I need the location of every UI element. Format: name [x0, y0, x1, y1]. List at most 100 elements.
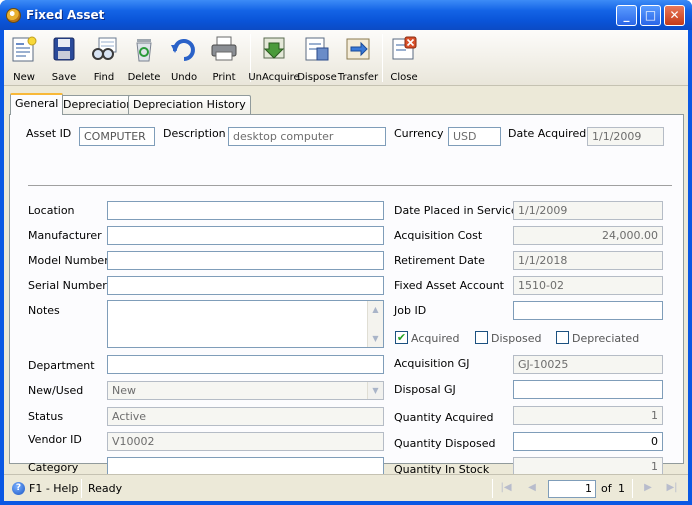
print-icon	[211, 36, 237, 61]
maximize-button[interactable]: □	[640, 5, 661, 26]
transfer-label: Transfer	[337, 72, 379, 83]
quantity-acquired-input[interactable]: 1	[513, 406, 663, 425]
fixed-asset-window: Fixed Asset _ □ ✕ New Save Find Delete U…	[0, 0, 692, 505]
scroll-up-icon[interactable]: ▲	[370, 304, 381, 315]
close-button[interactable]: Close	[384, 33, 424, 85]
status-separator	[492, 479, 493, 498]
status-input[interactable]: Active	[107, 407, 384, 426]
date-placed-input[interactable]: 1/1/2009	[513, 201, 663, 220]
currency-label: Currency	[394, 127, 444, 140]
new-icon	[12, 36, 37, 62]
retirement-date-label: Retirement Date	[394, 254, 485, 267]
new-used-label: New/Used	[28, 384, 84, 397]
vendor-id-input[interactable]: V10002	[107, 432, 384, 451]
acquisition-gj-label: Acquisition GJ	[394, 357, 470, 370]
scroll-down-icon[interactable]: ▼	[370, 333, 381, 344]
acquired-checkbox[interactable]: ✔	[395, 331, 408, 344]
model-number-label: Model Number	[28, 254, 109, 267]
status-separator	[632, 479, 633, 498]
prev-page-icon[interactable]: ◀	[524, 481, 540, 495]
status-bar: ? F1 - Help Ready |◀ ◀ 1 of 1 ▶ ▶|	[4, 474, 688, 501]
disposal-gj-label: Disposal GJ	[394, 383, 456, 396]
serial-number-label: Serial Number	[28, 279, 107, 292]
close-label: Close	[390, 72, 418, 83]
department-label: Department	[28, 359, 95, 372]
close-icon	[392, 36, 417, 60]
transfer-icon	[346, 38, 370, 60]
category-label: Category	[28, 461, 79, 474]
tab-general[interactable]: General	[10, 93, 64, 115]
general-panel: Asset ID COMPUTER Description desktop co…	[9, 114, 684, 476]
client-area: New Save Find Delete Undo Print UnAcquir…	[4, 30, 688, 501]
save-icon	[53, 37, 75, 61]
notes-scrollbar[interactable]: ▲ ▼	[367, 301, 383, 347]
retirement-date-input[interactable]: 1/1/2018	[513, 251, 663, 270]
quantity-disposed-input[interactable]: 0	[513, 432, 663, 451]
new-used-value: New	[112, 384, 136, 397]
job-id-input[interactable]	[513, 301, 663, 320]
department-input[interactable]	[107, 355, 384, 374]
model-number-input[interactable]	[107, 251, 384, 270]
status-separator	[81, 479, 82, 498]
disposed-checkbox[interactable]	[475, 331, 488, 344]
new-used-select[interactable]: New ▼	[107, 381, 384, 400]
tab-depreciation-history[interactable]: Depreciation History	[128, 95, 251, 114]
find-icon	[92, 37, 117, 60]
dispose-icon	[305, 37, 329, 61]
next-page-icon[interactable]: ▶	[640, 481, 656, 495]
notes-textarea[interactable]: ▲ ▼	[107, 300, 384, 348]
total-pages: 1	[618, 482, 625, 495]
location-input[interactable]	[107, 201, 384, 220]
acquisition-cost-label: Acquisition Cost	[394, 229, 483, 242]
title-bar[interactable]: Fixed Asset _ □ ✕	[0, 0, 692, 30]
close-window-button[interactable]: ✕	[664, 5, 685, 26]
undo-icon	[171, 39, 195, 61]
date-acquired-label: Date Acquired	[508, 127, 587, 140]
depreciated-label: Depreciated	[572, 332, 640, 345]
asset-id-label: Asset ID	[26, 127, 72, 140]
minimize-button[interactable]: _	[616, 5, 637, 26]
print-label: Print	[212, 72, 236, 83]
description-input[interactable]: desktop computer	[228, 127, 386, 146]
quantity-disposed-label: Quantity Disposed	[394, 437, 496, 450]
help-icon[interactable]: ?	[12, 482, 25, 495]
fixed-asset-account-label: Fixed Asset Account	[394, 279, 504, 292]
disposal-gj-input[interactable]	[513, 380, 663, 399]
last-page-icon[interactable]: ▶|	[664, 481, 680, 495]
notes-label: Notes	[28, 304, 60, 317]
print-button[interactable]: Print	[204, 33, 244, 85]
of-label: of	[601, 482, 612, 495]
date-placed-label: Date Placed in Service	[394, 204, 518, 217]
status-label: Status	[28, 410, 64, 423]
description-label: Description	[163, 127, 226, 140]
location-label: Location	[28, 204, 75, 217]
vendor-id-label: Vendor ID	[28, 433, 82, 446]
first-page-icon[interactable]: |◀	[498, 481, 514, 495]
fixed-asset-account-input[interactable]: 1510-02	[513, 276, 663, 295]
manufacturer-input[interactable]	[107, 226, 384, 245]
disposed-label: Disposed	[491, 332, 542, 345]
transfer-button[interactable]: Transfer	[338, 33, 378, 85]
dispose-button[interactable]: Dispose	[297, 33, 337, 85]
currency-input[interactable]: USD	[448, 127, 501, 146]
toolbar: New Save Find Delete Undo Print UnAcquir…	[4, 30, 688, 86]
asset-id-input[interactable]: COMPUTER	[79, 127, 155, 146]
acquisition-gj-input[interactable]: GJ-10025	[513, 355, 663, 374]
depreciated-checkbox[interactable]	[556, 331, 569, 344]
header-divider	[28, 185, 672, 186]
delete-icon	[136, 39, 152, 62]
window-title: Fixed Asset	[26, 8, 105, 22]
acquired-label: Acquired	[411, 332, 460, 345]
help-text[interactable]: F1 - Help	[29, 482, 78, 495]
page-number-input[interactable]: 1	[548, 480, 596, 498]
date-acquired-input[interactable]: 1/1/2009	[587, 127, 664, 146]
status-text: Ready	[88, 482, 123, 495]
serial-number-input[interactable]	[107, 276, 384, 295]
unacquire-icon	[263, 37, 285, 59]
quantity-acquired-label: Quantity Acquired	[394, 411, 494, 424]
job-id-label: Job ID	[394, 304, 427, 317]
tab-depreciation[interactable]: Depreciation	[58, 95, 139, 114]
unacquire-button[interactable]: UnAcquire	[248, 33, 300, 85]
chevron-down-icon[interactable]: ▼	[367, 382, 383, 399]
acquisition-cost-input[interactable]: 24,000.00	[513, 226, 663, 245]
